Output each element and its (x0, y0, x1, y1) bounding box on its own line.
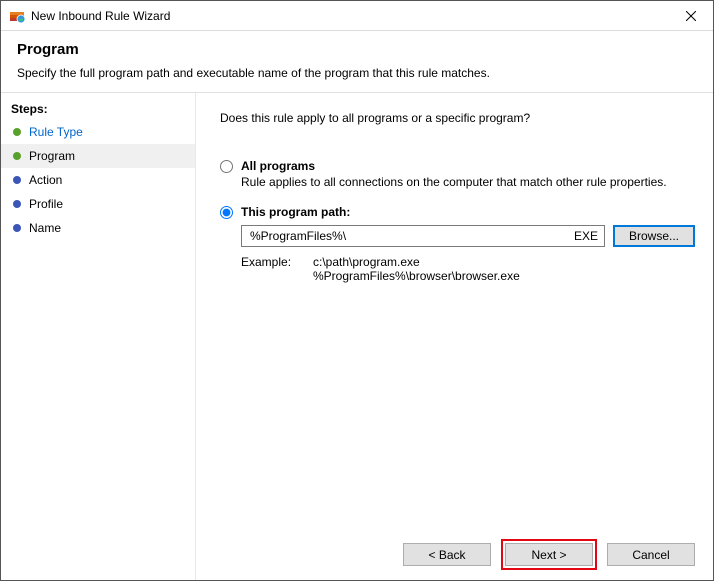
step-label[interactable]: Rule Type (29, 125, 83, 139)
option-program-path: This program path: EXE Browse... Example… (220, 205, 695, 283)
titlebar: New Inbound Rule Wizard (1, 1, 713, 31)
bullet-icon (13, 200, 21, 208)
program-path-input[interactable] (248, 228, 566, 244)
steps-label: Steps: (1, 99, 195, 120)
option-path-title: This program path: (241, 205, 350, 219)
step-label: Name (29, 221, 61, 235)
step-profile[interactable]: Profile (1, 192, 195, 216)
option-all-programs: All programs Rule applies to all connect… (220, 159, 695, 189)
browse-button[interactable]: Browse... (613, 225, 695, 247)
step-rule-type[interactable]: Rule Type (1, 120, 195, 144)
bullet-icon (13, 224, 21, 232)
next-button[interactable]: Next > (505, 543, 593, 566)
step-name[interactable]: Name (1, 216, 195, 240)
option-all-label[interactable]: All programs (220, 159, 695, 173)
program-path-field-wrap: EXE (241, 225, 605, 247)
page-heading: Program (17, 41, 697, 58)
close-button[interactable] (668, 1, 713, 31)
bullet-icon (13, 176, 21, 184)
back-button[interactable]: < Back (403, 543, 491, 566)
step-label: Program (29, 149, 75, 163)
exe-suffix: EXE (566, 229, 598, 243)
page-subtitle: Specify the full program path and execut… (17, 66, 697, 80)
radio-program-path[interactable] (220, 206, 233, 219)
bullet-icon (13, 152, 21, 160)
option-all-desc: Rule applies to all connections on the c… (241, 175, 695, 189)
wizard-header: Program Specify the full program path an… (1, 31, 713, 92)
step-label: Action (29, 173, 62, 187)
example-label: Example: (241, 255, 313, 283)
step-program[interactable]: Program (1, 144, 195, 168)
example-values: c:\path\program.exe %ProgramFiles%\brows… (313, 255, 520, 283)
next-highlight: Next > (501, 539, 597, 570)
option-path-label[interactable]: This program path: (220, 205, 695, 219)
wizard-buttons: < Back Next > Cancel (403, 543, 695, 566)
radio-all-programs[interactable] (220, 160, 233, 173)
option-all-title: All programs (241, 159, 315, 173)
steps-sidebar: Steps: Rule Type Program Action Profile … (1, 93, 196, 580)
window-title: New Inbound Rule Wizard (31, 9, 668, 23)
cancel-button[interactable]: Cancel (607, 543, 695, 566)
main-panel: Does this rule apply to all programs or … (196, 93, 713, 580)
step-label: Profile (29, 197, 63, 211)
firewall-icon (9, 8, 25, 24)
step-action[interactable]: Action (1, 168, 195, 192)
question-text: Does this rule apply to all programs or … (220, 111, 695, 125)
bullet-icon (13, 128, 21, 136)
